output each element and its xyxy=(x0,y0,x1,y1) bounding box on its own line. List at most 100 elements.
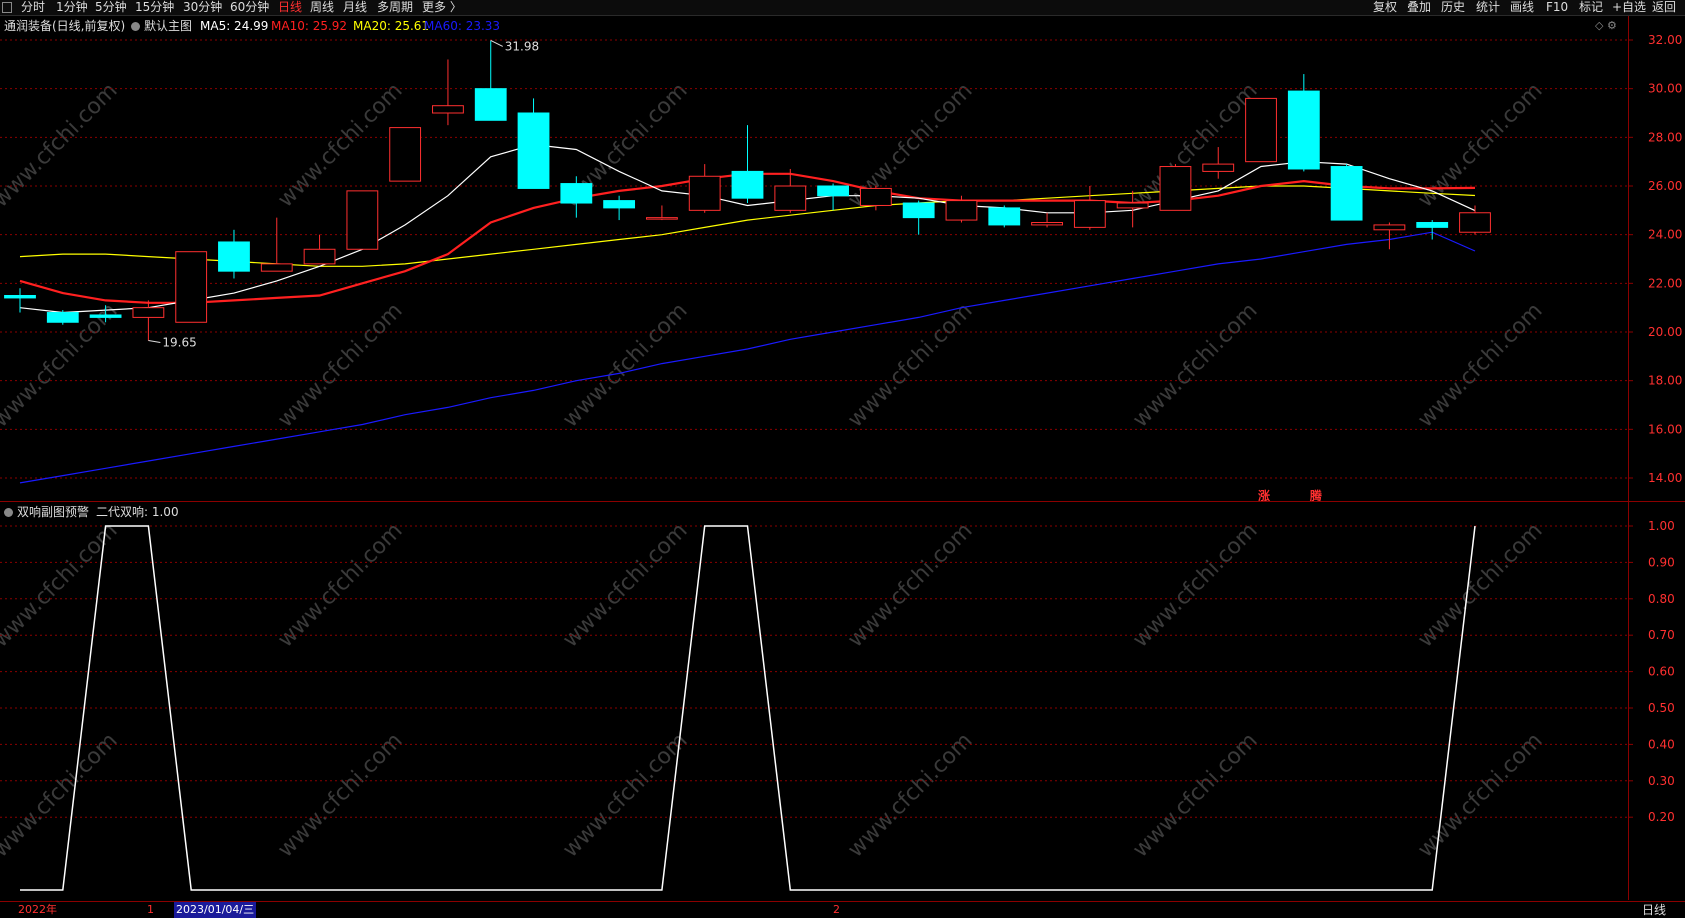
candle-body-up xyxy=(132,307,165,318)
watermark-text: www.cfchi.com xyxy=(1413,728,1547,862)
candle-body-up xyxy=(346,190,379,250)
month-marker-1: 1 xyxy=(147,903,154,916)
candle-body-down xyxy=(731,170,764,199)
indicator-tick-label: 0.40 xyxy=(1648,737,1675,751)
watermark-text: www.cfchi.com xyxy=(1128,518,1262,652)
candle-body-up xyxy=(1202,163,1235,172)
watermark-text: www.cfchi.com xyxy=(1128,298,1262,432)
candle-body-down xyxy=(817,185,849,197)
f10-button[interactable]: F10 xyxy=(1546,0,1568,15)
candle-body-up xyxy=(646,217,678,220)
candle-body-down xyxy=(603,200,636,209)
add-watchlist-button[interactable]: +自选 xyxy=(1612,0,1646,15)
tab-timeframe-daily[interactable]: 日线 xyxy=(278,0,302,15)
candle-body-down xyxy=(218,241,250,272)
indicator-tick-label: 0.70 xyxy=(1648,628,1675,642)
price-tick-label: 14.00 xyxy=(1648,471,1682,485)
candle-body-down xyxy=(89,314,122,318)
watermark-text: www.cfchi.com xyxy=(1128,728,1262,862)
candle-body-down xyxy=(902,202,935,219)
ma-line-ma10 xyxy=(19,172,1476,304)
ma60-readout: MA60: 23.33 xyxy=(424,19,501,33)
candle-body-up xyxy=(1116,202,1149,209)
panel-divider xyxy=(0,501,1685,502)
draw-button[interactable]: 画线 xyxy=(1510,0,1534,15)
ma20-readout: MA20: 25.61 xyxy=(353,19,430,33)
template-label: 默认主图 xyxy=(144,19,193,33)
chevron-down-icon xyxy=(4,508,13,517)
candle-body-down xyxy=(517,112,550,189)
price-tick-label: 16.00 xyxy=(1648,422,1682,436)
ma-line-ma5 xyxy=(19,143,1476,314)
candle-body-up xyxy=(945,200,978,221)
price-axis-line xyxy=(1628,16,1629,900)
stats-button[interactable]: 统计 xyxy=(1476,0,1500,15)
indicator-tick-label: 0.90 xyxy=(1648,555,1675,569)
watermark-text: www.cfchi.com xyxy=(843,298,977,432)
month-marker-2: 2 xyxy=(833,903,840,916)
chevron-down-icon xyxy=(131,22,140,31)
tab-timeframe-fenshi[interactable]: 分时 xyxy=(21,0,45,15)
price-tick-label: 20.00 xyxy=(1648,325,1682,339)
sub-panel-header[interactable]: 双响副图预警 xyxy=(4,504,89,520)
indicator-tick-label: 0.50 xyxy=(1648,701,1675,715)
watermark-text: www.cfchi.com xyxy=(0,728,123,862)
tab-timeframe-1min[interactable]: 1分钟 xyxy=(56,0,88,15)
candle-body-up xyxy=(1459,212,1491,233)
candle-body-up xyxy=(774,185,807,211)
watermark-text: www.cfchi.com xyxy=(273,728,407,862)
indicator-line-shuangxiang xyxy=(20,525,1476,891)
top-toolbar: 分时 1分钟 5分钟 15分钟 30分钟 60分钟 日线 周线 月线 多周期 更… xyxy=(0,0,1685,16)
candle-body-up xyxy=(260,263,293,272)
watermark-text: www.cfchi.com xyxy=(558,728,692,862)
sub-panel-value: 二代双响: 1.00 xyxy=(96,505,179,519)
watermark-text: www.cfchi.com xyxy=(558,518,692,652)
window-menu-icon[interactable] xyxy=(2,2,12,13)
indicator-tick-label: 0.30 xyxy=(1648,774,1675,788)
chart-canvas[interactable]: www.cfchi.com www.cfchi.com www.cfchi.com w… xyxy=(0,0,1685,917)
price-tick-label: 18.00 xyxy=(1648,374,1682,388)
watermark-text: www.cfchi.com xyxy=(1413,518,1547,652)
tab-timeframe-30min[interactable]: 30分钟 xyxy=(183,0,222,15)
template-selector[interactable]: 默认主图 xyxy=(131,18,192,34)
candle-body-up xyxy=(175,251,208,323)
watermark-text: www.cfchi.com xyxy=(273,78,407,212)
stock-title: 通润装备(日线,前复权) xyxy=(4,19,126,33)
cursor-date: 2023/01/04/三 xyxy=(174,902,257,918)
low-price-label: 19.65 xyxy=(162,336,196,350)
tab-timeframe-weekly[interactable]: 周线 xyxy=(310,0,334,15)
high-price-label: 31.98 xyxy=(505,39,539,53)
more-timeframes-menu[interactable]: 更多 〉 xyxy=(422,0,462,15)
watermark-text: www.cfchi.com xyxy=(843,78,977,212)
tab-timeframe-60min[interactable]: 60分钟 xyxy=(230,0,269,15)
candle-body-up xyxy=(1073,200,1106,228)
history-button[interactable]: 历史 xyxy=(1441,0,1465,15)
price-tick-label: 22.00 xyxy=(1648,276,1682,290)
tab-timeframe-monthly[interactable]: 月线 xyxy=(343,0,367,15)
mark-button[interactable]: 标记 xyxy=(1579,0,1603,15)
ma10-readout: MA10: 25.92 xyxy=(271,19,348,33)
candle-body-up xyxy=(859,187,892,206)
tab-timeframe-multi[interactable]: 多周期 xyxy=(377,0,413,15)
year-label: 2022年 xyxy=(18,903,57,916)
watermark-text: www.cfchi.com xyxy=(1413,298,1547,432)
candle-body-up xyxy=(432,105,464,114)
watermark-text: www.cfchi.com xyxy=(0,78,123,212)
overlay-button[interactable]: 叠加 xyxy=(1407,0,1431,15)
candle-body-down xyxy=(4,295,36,299)
candle-body-down xyxy=(988,207,1021,226)
date-axis-bar: 2022年 1 2023/01/04/三 2 日线 xyxy=(0,901,1685,918)
candle-body-up xyxy=(1373,224,1406,231)
panel-settings-icon[interactable]: ◇ ⚙ xyxy=(1595,18,1617,34)
adjust-button[interactable]: 复权 xyxy=(1373,0,1397,15)
candle-body-up xyxy=(303,248,336,265)
ma-line-ma60 xyxy=(19,231,1476,484)
watermark-text: www.cfchi.com xyxy=(273,298,407,432)
tab-timeframe-5min[interactable]: 5分钟 xyxy=(95,0,127,15)
price-tick-label: 32.00 xyxy=(1648,33,1682,47)
back-button[interactable]: 返回 xyxy=(1652,0,1676,15)
tab-timeframe-15min[interactable]: 15分钟 xyxy=(135,0,174,15)
price-tick-label: 30.00 xyxy=(1648,82,1682,96)
candle-body-down xyxy=(1416,222,1449,228)
candle-body-down xyxy=(560,183,593,204)
